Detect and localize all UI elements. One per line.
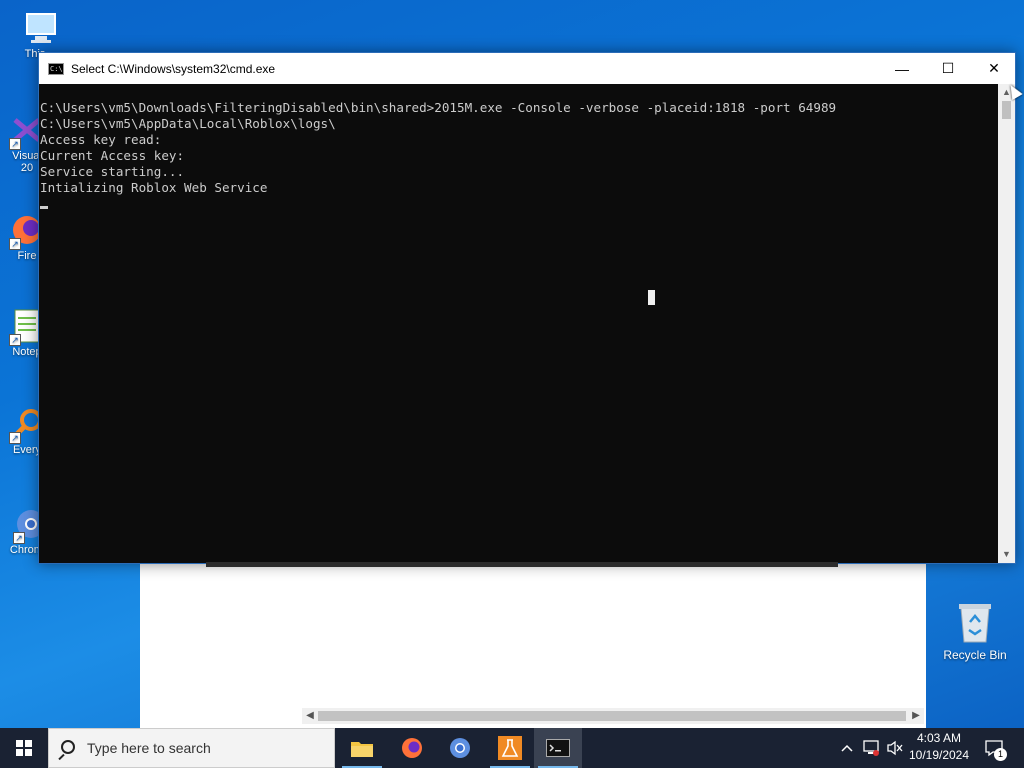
search-placeholder: Type here to search [87, 740, 211, 756]
volume-button[interactable] [884, 728, 906, 768]
network-button[interactable] [860, 728, 882, 768]
chevron-up-icon [841, 744, 853, 752]
scrollbar-thumb[interactable] [318, 711, 906, 721]
shortcut-arrow-icon: ↗ [9, 432, 21, 444]
horizontal-scrollbar[interactable]: ◀ ▶ [302, 708, 924, 724]
windows-logo-icon [16, 740, 32, 756]
search-box[interactable]: Type here to search [48, 728, 335, 768]
flask-icon [498, 736, 522, 760]
clock-date: 10/19/2024 [908, 748, 970, 762]
i-beam-cursor [648, 290, 655, 305]
cmd-window[interactable]: C:\ Select C:\Windows\system32\cmd.exe —… [38, 52, 1016, 564]
minimize-button[interactable]: — [879, 53, 925, 84]
taskbar-lab-app[interactable] [486, 728, 534, 768]
clock[interactable]: 4:03 AM 10/19/2024 [906, 730, 972, 764]
clock-time: 4:03 AM [916, 731, 962, 745]
monitor-icon [23, 10, 59, 46]
close-button[interactable]: ✕ [971, 53, 1017, 84]
terminal-icon [546, 739, 570, 757]
network-icon [863, 740, 879, 756]
cmd-titlebar[interactable]: C:\ Select C:\Windows\system32\cmd.exe —… [39, 53, 1015, 84]
show-hidden-icons-button[interactable] [838, 728, 856, 768]
console-line: Current Access key: [40, 148, 185, 163]
taskbar-firefox[interactable] [388, 728, 436, 768]
shortcut-arrow-icon: ↗ [9, 138, 21, 150]
console-output[interactable]: C:\Users\vm5\Downloads\FilteringDisabled… [39, 84, 998, 563]
chromium-icon [450, 738, 470, 758]
start-button[interactable] [0, 728, 48, 768]
recycle-bin-icon [955, 600, 995, 644]
taskbar-chromium[interactable] [436, 728, 484, 768]
console-line: Intializing Roblox Web Service [40, 180, 268, 195]
recycle-bin-label: Recycle Bin [943, 648, 1007, 662]
maximize-button[interactable]: ☐ [925, 53, 971, 84]
text-cursor [40, 206, 48, 209]
cmd-app-icon: C:\ [48, 62, 64, 75]
console-line: Service starting... [40, 164, 185, 179]
shortcut-arrow-icon: ↗ [9, 334, 21, 346]
desktop-icon-recycle-bin[interactable]: Recycle Bin [940, 600, 1010, 662]
console-line: Access key read: [40, 132, 162, 147]
taskbar-cmd[interactable] [534, 728, 582, 768]
firefox-icon [402, 738, 422, 758]
shortcut-arrow-icon: ↗ [13, 532, 25, 544]
search-icon [61, 739, 75, 754]
volume-muted-icon [887, 740, 903, 756]
notification-badge: 1 [994, 748, 1007, 761]
window-shadow [206, 562, 838, 567]
scroll-left-icon[interactable]: ◀ [302, 708, 318, 724]
scrollbar-thumb[interactable] [1002, 101, 1011, 119]
taskbar-file-explorer[interactable] [338, 728, 386, 768]
folder-icon [351, 742, 373, 757]
taskbar: Type here to search 4:03 AM 10/19/2024 1 [0, 728, 1024, 768]
console-line: C:\Users\vm5\Downloads\FilteringDisabled… [40, 100, 837, 115]
window-title: Select C:\Windows\system32\cmd.exe [71, 61, 276, 76]
console-line: C:\Users\vm5\AppData\Local\Roblox\logs\ [40, 116, 336, 131]
notifications-button[interactable]: 1 [980, 728, 1008, 768]
scroll-right-icon[interactable]: ▶ [908, 708, 924, 724]
scroll-down-icon[interactable]: ▼ [998, 546, 1015, 563]
vertical-scrollbar[interactable]: ▲ ▼ [998, 84, 1015, 563]
background-window [140, 555, 926, 728]
shortcut-arrow-icon: ↗ [9, 238, 21, 250]
